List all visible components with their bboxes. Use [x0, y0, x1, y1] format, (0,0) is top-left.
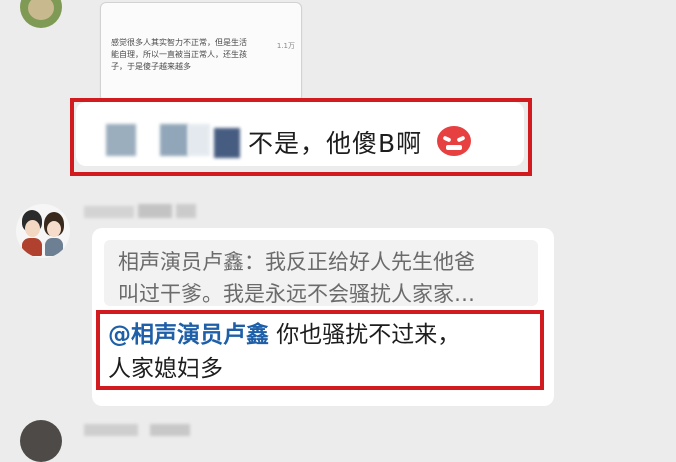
avatar-face — [25, 220, 40, 237]
avatar-face — [28, 0, 54, 20]
redacted-sender-name — [138, 204, 172, 218]
redacted-sender-name — [150, 424, 190, 436]
avatar[interactable] — [16, 204, 70, 258]
image-meta: 1.1万 — [276, 42, 295, 50]
quoted-message: 相声演员卢鑫：我反正给好人先生他爸 叫过干爹。我是永远不会骚扰人家家… — [118, 246, 528, 310]
redacted-sender-name — [84, 424, 138, 436]
avatar[interactable] — [20, 0, 62, 28]
image-text-line: 子，于是傻子越来越多 — [111, 62, 191, 71]
avatar[interactable] — [20, 420, 62, 462]
quote-line: 相声演员卢鑫：我反正给好人先生他爸 — [118, 250, 475, 274]
avatar-body — [22, 238, 42, 256]
avatar-body — [45, 238, 63, 256]
highlight-box — [70, 98, 532, 176]
highlight-box — [96, 310, 544, 390]
image-text-line: 感觉很多人其实智力不正常，但是生活 — [111, 38, 247, 47]
quote-line: 叫过干爹。我是永远不会骚扰人家家… — [118, 282, 475, 306]
redacted-sender-name — [176, 204, 196, 218]
image-text-line: 能自理，所以一直被当正常人，还生孩 — [111, 50, 247, 59]
redacted-sender-name — [84, 206, 134, 218]
image-text: 感觉很多人其实智力不正常，但是生活 能自理，所以一直被当正常人，还生孩 子，于是… — [111, 37, 271, 73]
avatar-face — [47, 221, 61, 237]
quoted-image-card[interactable]: 感觉很多人其实智力不正常，但是生活 能自理，所以一直被当正常人，还生孩 子，于是… — [100, 2, 302, 102]
